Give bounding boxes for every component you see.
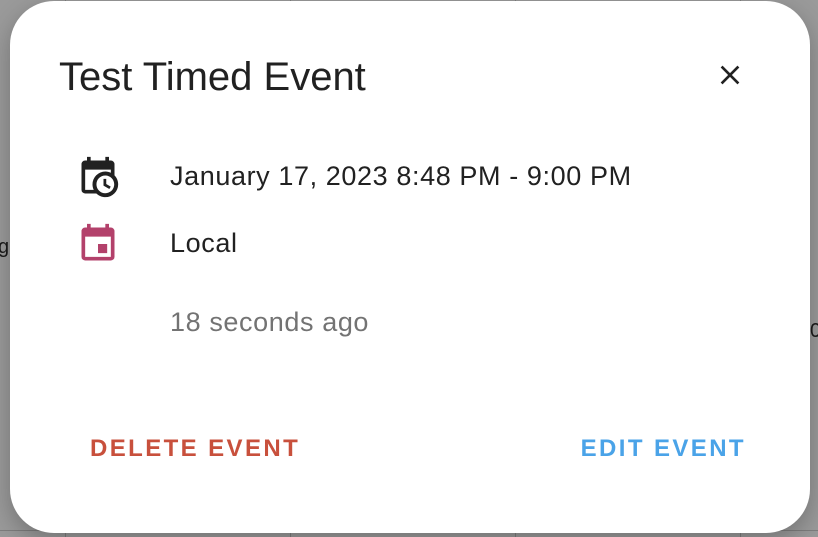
dialog-title: Test Timed Event: [59, 55, 366, 99]
bg-text-fragment: g: [0, 236, 10, 258]
event-date-range: January 17, 2023 8:48 PM - 9:00 PM: [170, 161, 632, 191]
event-calendar-name: Local: [170, 228, 238, 258]
edit-event-button[interactable]: EDIT EVENT: [581, 433, 746, 465]
event-relative-time: 18 seconds ago: [170, 307, 370, 337]
event-calendar-row: Local: [10, 218, 810, 266]
calendar-clock-icon: [76, 155, 120, 199]
close-icon: [720, 65, 740, 85]
event-date-row: January 17, 2023 8:48 PM - 9:00 PM: [10, 151, 810, 199]
delete-event-button[interactable]: DELETE EVENT: [90, 433, 300, 465]
close-button[interactable]: [706, 51, 754, 99]
calendar-icon: [76, 222, 120, 266]
bg-text-fragment: 0: [810, 320, 818, 342]
event-details-dialog: Test Timed Event January 17, 2023 8:48 P…: [10, 1, 810, 533]
